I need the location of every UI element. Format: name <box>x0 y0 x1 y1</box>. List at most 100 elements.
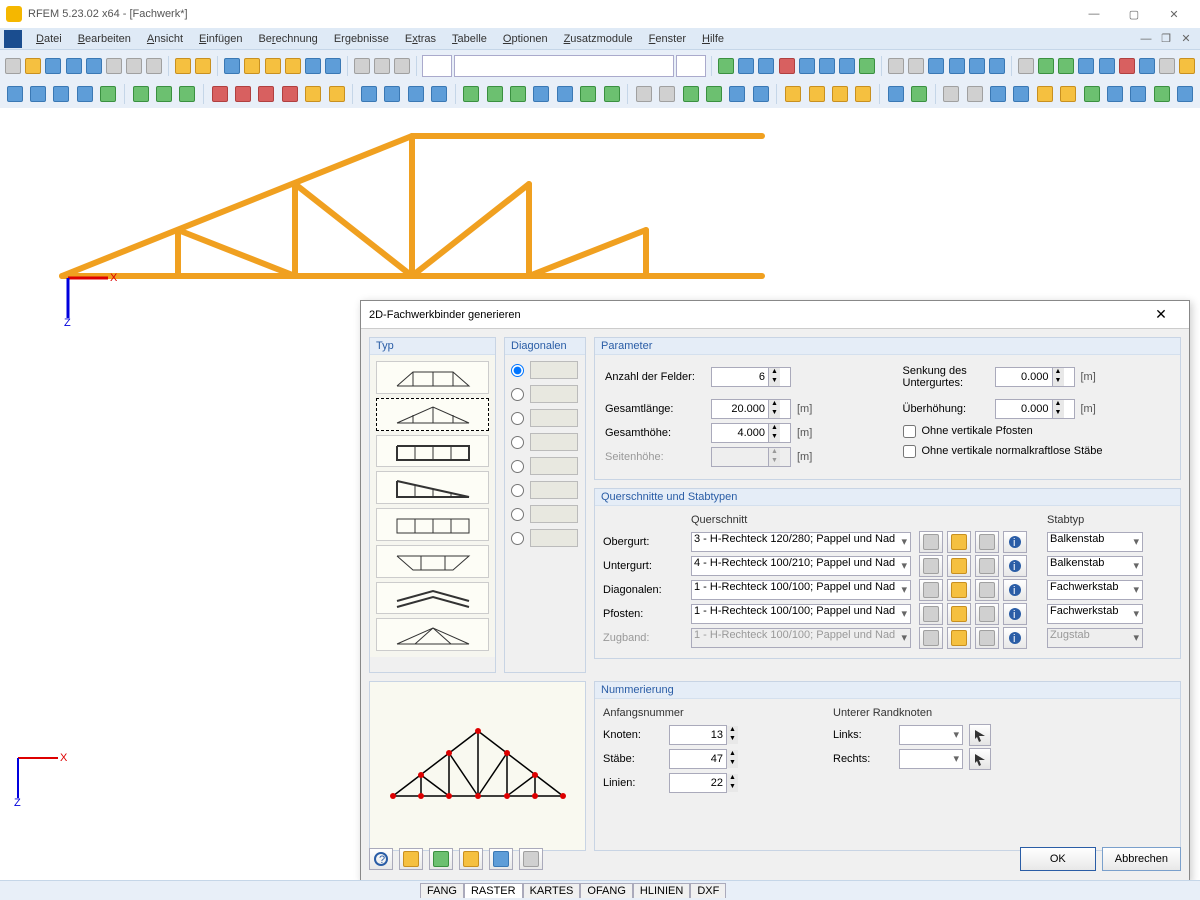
pick-rechts-button[interactable] <box>969 748 991 770</box>
menu-bearbeiten[interactable]: Bearbeiten <box>70 31 139 47</box>
diag-option-6[interactable] <box>511 481 579 499</box>
dlg-open-button[interactable] <box>459 848 483 870</box>
ok-button[interactable]: OK <box>1020 847 1096 871</box>
tb2-line-icon[interactable] <box>27 83 48 105</box>
tb-loadcase-combo[interactable] <box>454 55 674 77</box>
tb2-e1-icon[interactable] <box>885 83 906 105</box>
status-tab-kartes[interactable]: KARTES <box>523 883 581 898</box>
tb2-c4-icon[interactable] <box>428 83 449 105</box>
tb2-member-icon[interactable] <box>51 83 72 105</box>
mdi-close-button[interactable]: ✕ <box>1176 30 1196 48</box>
tb2-t8-icon[interactable] <box>1104 83 1125 105</box>
typ-item-8[interactable] <box>376 618 489 651</box>
tb2-t2-icon[interactable] <box>964 83 985 105</box>
section-select[interactable]: 1 - H-Rechteck 100/100; Pappel und Nad <box>691 580 911 600</box>
diag-option-8[interactable] <box>511 529 579 547</box>
maximize-button[interactable]: ▢ <box>1114 1 1154 27</box>
stabtyp-select[interactable]: Balkenstab <box>1047 556 1143 576</box>
tb-open-icon[interactable] <box>24 55 42 77</box>
tb-react-icon[interactable] <box>858 55 876 77</box>
tb-disk-icon[interactable] <box>85 55 103 77</box>
dropdown-rechts[interactable] <box>899 749 963 769</box>
tb-zoom-in-icon[interactable] <box>284 55 302 77</box>
tb2-v4-icon[interactable] <box>703 83 724 105</box>
tb2-ax1-icon[interactable] <box>782 83 803 105</box>
dialog-close-button[interactable]: ✕ <box>1141 306 1181 323</box>
tb-m7-icon[interactable] <box>1138 55 1156 77</box>
tb2-g1-icon[interactable] <box>461 83 482 105</box>
tb-grid2-icon[interactable] <box>907 55 925 77</box>
input-knoten[interactable]: ▲▼ <box>669 725 727 745</box>
section-select[interactable]: 4 - H-Rechteck 100/210; Pappel und Nad <box>691 556 911 576</box>
checkbox-ohne-nkstaebe[interactable]: Ohne vertikale normalkraftlose Stäbe <box>903 441 1171 461</box>
typ-item-6[interactable] <box>376 545 489 578</box>
tb2-g2-icon[interactable] <box>484 83 505 105</box>
section-new-button[interactable] <box>947 555 971 577</box>
menu-fenster[interactable]: Fenster <box>641 31 694 47</box>
tb2-c1-icon[interactable] <box>358 83 379 105</box>
tb2-t7-icon[interactable] <box>1081 83 1102 105</box>
tb2-g6-icon[interactable] <box>578 83 599 105</box>
tb-m8-icon[interactable] <box>1158 55 1176 77</box>
tb2-g7-icon[interactable] <box>601 83 622 105</box>
tb2-c2-icon[interactable] <box>382 83 403 105</box>
dlg-edit-button[interactable] <box>399 848 423 870</box>
status-tab-raster[interactable]: RASTER <box>464 883 523 898</box>
app-menu-icon[interactable] <box>4 30 22 48</box>
tb2-ld4-icon[interactable] <box>279 83 300 105</box>
tb2-ld3-icon[interactable] <box>256 83 277 105</box>
tb-loc-icon[interactable] <box>818 55 836 77</box>
menu-tabelle[interactable]: Tabelle <box>444 31 495 47</box>
status-tab-hlinien[interactable]: HLINIEN <box>633 883 690 898</box>
tb-zoom-fit-icon[interactable] <box>223 55 241 77</box>
tb-grid3-icon[interactable] <box>927 55 945 77</box>
input-gesamtlaenge[interactable]: ▲▼ <box>711 399 791 419</box>
tb2-ax3-icon[interactable] <box>829 83 850 105</box>
tb-m2-icon[interactable] <box>1037 55 1055 77</box>
tb-grid5-icon[interactable] <box>968 55 986 77</box>
input-linien[interactable]: ▲▼ <box>669 773 727 793</box>
tb2-ax4-icon[interactable] <box>853 83 874 105</box>
section-new-button[interactable] <box>947 579 971 601</box>
dlg-units-button[interactable] <box>429 848 453 870</box>
mdi-minimize-button[interactable]: — <box>1136 30 1156 48</box>
tb-lc-prev[interactable] <box>422 55 452 77</box>
diag-option-4[interactable] <box>511 433 579 451</box>
section-info-button[interactable]: i <box>1003 579 1027 601</box>
tb2-c3-icon[interactable] <box>405 83 426 105</box>
tb2-node-icon[interactable] <box>4 83 25 105</box>
pick-links-button[interactable] <box>969 724 991 746</box>
dlg-save-button[interactable] <box>489 848 513 870</box>
tb2-ld5-icon[interactable] <box>302 83 323 105</box>
tb-grid1-icon[interactable] <box>887 55 905 77</box>
tb2-t9-icon[interactable] <box>1128 83 1149 105</box>
tb2-g5-icon[interactable] <box>554 83 575 105</box>
tb2-ld1-icon[interactable] <box>209 83 230 105</box>
menu-extras[interactable]: Extras <box>397 31 444 47</box>
status-tab-fang[interactable]: FANG <box>420 883 464 898</box>
section-edit-button[interactable] <box>975 579 999 601</box>
section-library-button[interactable] <box>919 555 943 577</box>
section-edit-button[interactable] <box>975 555 999 577</box>
tb-save-icon[interactable] <box>44 55 62 77</box>
section-library-button[interactable] <box>919 531 943 553</box>
section-info-button[interactable]: i <box>1003 603 1027 625</box>
tb2-ld6-icon[interactable] <box>326 83 347 105</box>
tb-m3-icon[interactable] <box>1057 55 1075 77</box>
tb-m6-icon[interactable] <box>1118 55 1136 77</box>
tb-diag-icon[interactable] <box>757 55 775 77</box>
tb-new-icon[interactable] <box>4 55 22 77</box>
tb2-t3-icon[interactable] <box>987 83 1008 105</box>
section-new-button[interactable] <box>947 603 971 625</box>
tb-zoom-sel-icon[interactable] <box>243 55 261 77</box>
tb2-v2-icon[interactable] <box>657 83 678 105</box>
tb-m1-icon[interactable] <box>1017 55 1035 77</box>
tb2-ld2-icon[interactable] <box>232 83 253 105</box>
section-info-button[interactable]: i <box>1003 555 1027 577</box>
typ-item-7[interactable] <box>376 582 489 615</box>
menu-ansicht[interactable]: Ansicht <box>139 31 191 47</box>
menu-einfuegen[interactable]: Einfügen <box>191 31 250 47</box>
input-ueberhoehung[interactable]: ▲▼ <box>995 399 1075 419</box>
tb2-t10-icon[interactable] <box>1151 83 1172 105</box>
tb-print-icon[interactable] <box>125 55 143 77</box>
